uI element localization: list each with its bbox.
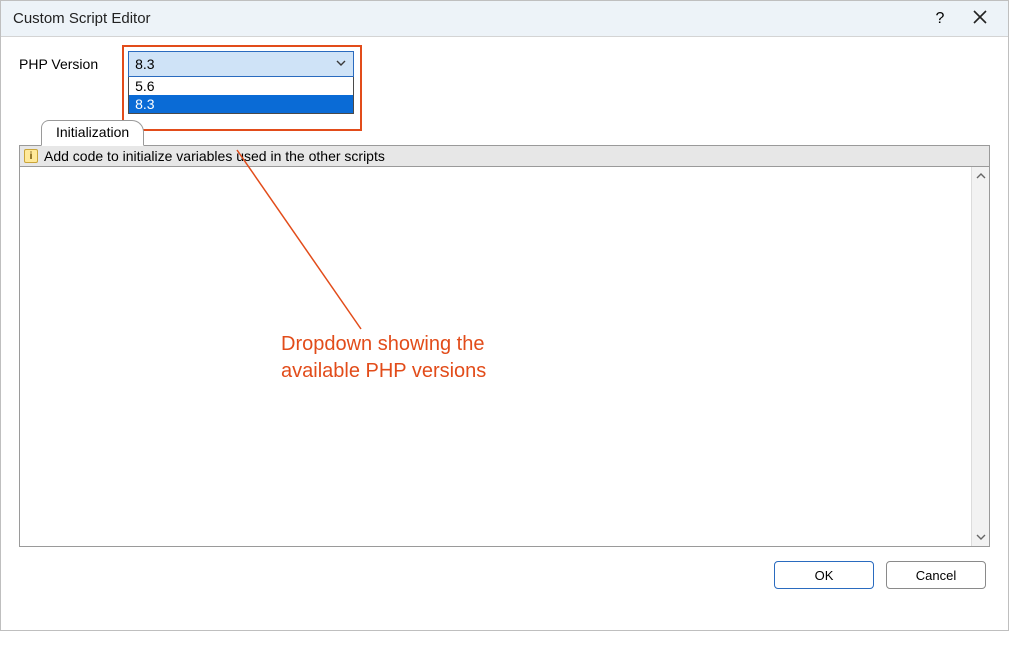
dialog-window: Custom Script Editor ? PHP Version 8.3 5… bbox=[0, 0, 1009, 631]
php-version-label: PHP Version bbox=[19, 51, 98, 72]
php-version-dropdown[interactable]: 8.3 5.6 8.3 bbox=[128, 51, 354, 114]
dialog-buttons: OK Cancel bbox=[19, 547, 990, 603]
tab-initialization[interactable]: Initialization bbox=[41, 120, 144, 146]
code-editor[interactable] bbox=[20, 167, 971, 546]
info-bar: i Add code to initialize variables used … bbox=[19, 146, 990, 167]
tab-strip: Initialization bbox=[19, 120, 990, 146]
editor-container bbox=[19, 167, 990, 547]
close-icon[interactable] bbox=[960, 10, 1000, 27]
php-version-field[interactable]: 8.3 bbox=[128, 51, 354, 77]
info-icon: i bbox=[24, 149, 38, 163]
chevron-down-icon bbox=[335, 56, 347, 72]
ok-button[interactable]: OK bbox=[774, 561, 874, 589]
php-version-option[interactable]: 5.6 bbox=[129, 77, 353, 95]
info-text: Add code to initialize variables used in… bbox=[44, 148, 385, 164]
scroll-down-icon[interactable] bbox=[972, 528, 989, 546]
window-title: Custom Script Editor bbox=[13, 10, 151, 27]
php-version-option[interactable]: 8.3 bbox=[129, 95, 353, 113]
php-version-list: 5.6 8.3 bbox=[128, 77, 354, 114]
scroll-up-icon[interactable] bbox=[972, 167, 989, 185]
client-area: PHP Version 8.3 5.6 8.3 Initialization i bbox=[1, 37, 1008, 630]
title-bar: Custom Script Editor ? bbox=[1, 1, 1008, 37]
vertical-scrollbar[interactable] bbox=[971, 167, 989, 546]
php-version-selected: 8.3 bbox=[135, 56, 154, 72]
cancel-button[interactable]: Cancel bbox=[886, 561, 986, 589]
help-icon[interactable]: ? bbox=[920, 10, 960, 28]
